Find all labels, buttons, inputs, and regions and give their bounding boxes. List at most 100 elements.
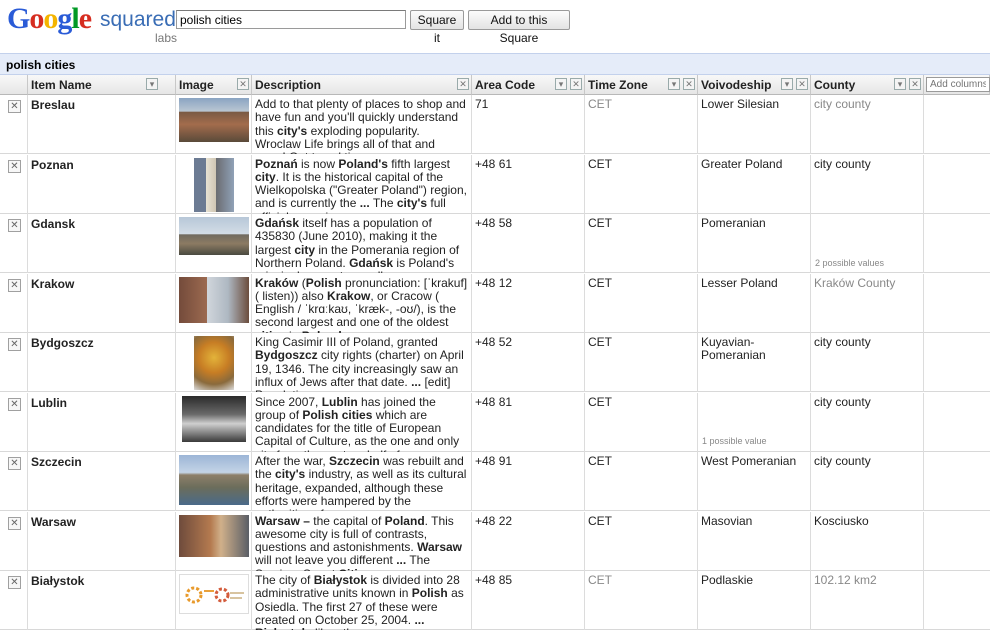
voivodeship-cell[interactable]: Masovian: [698, 511, 811, 571]
table-row: ✕ Białystok The city of Białystok is divid…: [0, 571, 990, 630]
time-zone-cell[interactable]: CET: [585, 273, 698, 333]
area-code-cell[interactable]: +48 91: [472, 452, 585, 511]
close-icon[interactable]: ✕: [8, 516, 21, 530]
item-name[interactable]: Szczecin: [28, 452, 176, 511]
close-icon[interactable]: ✕: [237, 78, 249, 90]
time-zone-cell[interactable]: CET: [585, 452, 698, 511]
area-code-cell[interactable]: +48 85: [472, 571, 585, 630]
county-cell[interactable]: city county: [811, 392, 924, 452]
item-name[interactable]: Gdansk: [28, 214, 176, 273]
voivodeship-cell[interactable]: Pomeranian: [698, 214, 811, 273]
close-icon[interactable]: ✕: [8, 219, 21, 232]
column-header-area-code[interactable]: Area Code ▾ ✕: [472, 75, 585, 95]
county-cell[interactable]: Kosciusko: [811, 511, 924, 571]
area-code-cell[interactable]: 71: [472, 95, 585, 154]
column-header-description[interactable]: Description ✕: [252, 75, 472, 95]
area-code-cell[interactable]: +48 52: [472, 333, 585, 392]
description-text: Since 2007,: [255, 394, 322, 409]
column-header-time-zone[interactable]: Time Zone ▾ ✕: [585, 75, 698, 95]
voivodeship-cell[interactable]: Lesser Poland: [698, 273, 811, 333]
close-icon[interactable]: ✕: [8, 576, 21, 589]
close-icon[interactable]: ✕: [8, 338, 21, 351]
county-cell[interactable]: Kraków County: [811, 273, 924, 333]
close-icon[interactable]: ✕: [570, 78, 582, 90]
description-cell: Kraków (Polish pronunciation: [ˈkrakuf] …: [252, 273, 472, 333]
city-thumbnail-image[interactable]: [179, 217, 249, 255]
row-control-cell: ✕: [0, 154, 28, 214]
county-cell[interactable]: city county: [811, 452, 924, 511]
county-cell[interactable]: city county: [811, 95, 924, 154]
time-zone-cell[interactable]: CET: [585, 392, 698, 452]
column-header-label: Time Zone: [588, 78, 648, 92]
area-code-cell[interactable]: +48 22: [472, 511, 585, 571]
time-zone-cell[interactable]: CET: [585, 333, 698, 392]
description-cell: The city of Białystok is divided into 28…: [252, 571, 472, 630]
possible-values-hint[interactable]: 2 possible values: [815, 257, 884, 270]
county-cell[interactable]: 102.12 km2: [811, 571, 924, 630]
area-code-cell[interactable]: +48 81: [472, 392, 585, 452]
column-header-county[interactable]: County ▾ ✕: [811, 75, 924, 95]
city-thumbnail-image[interactable]: [194, 336, 234, 390]
column-header-item-name[interactable]: Item Name ▾: [28, 75, 176, 95]
close-icon[interactable]: ✕: [796, 78, 808, 90]
county-cell[interactable]: city county: [811, 154, 924, 214]
item-name[interactable]: Krakow: [28, 273, 176, 333]
voivodeship-cell[interactable]: West Pomeranian: [698, 452, 811, 511]
area-code-cell[interactable]: +48 61: [472, 154, 585, 214]
chevron-down-icon[interactable]: ▾: [894, 78, 906, 90]
possible-values-hint[interactable]: 1 possible value: [702, 435, 767, 448]
time-zone-cell[interactable]: CET: [585, 154, 698, 214]
image-cell: [176, 571, 252, 630]
square-it-button[interactable]: Square it: [410, 10, 464, 45]
chevron-down-icon[interactable]: ▾: [555, 78, 567, 90]
item-name[interactable]: Białystok: [28, 571, 176, 630]
column-header-image[interactable]: Image ✕: [176, 75, 252, 95]
close-icon[interactable]: ✕: [683, 78, 695, 90]
area-code-cell[interactable]: +48 58: [472, 214, 585, 273]
column-header-voivodeship[interactable]: Voivodeship ▾ ✕: [698, 75, 811, 95]
google-wordmark: Google: [7, 2, 92, 35]
description-cell: Add to that plenty of places to shop and…: [252, 95, 472, 154]
voivodeship-value: Greater Poland: [701, 156, 783, 171]
chevron-down-icon[interactable]: ▾: [781, 78, 793, 90]
voivodeship-cell[interactable]: Greater Poland: [698, 154, 811, 214]
county-cell[interactable]: 2 possible values: [811, 214, 924, 273]
time-zone-cell[interactable]: CET: [585, 511, 698, 571]
voivodeship-cell[interactable]: 1 possible value: [698, 392, 811, 452]
time-zone-cell[interactable]: CET: [585, 571, 698, 630]
county-cell[interactable]: city county: [811, 333, 924, 392]
close-icon[interactable]: ✕: [8, 397, 21, 411]
item-name[interactable]: Lublin: [28, 392, 176, 452]
close-icon[interactable]: ✕: [8, 159, 21, 173]
close-icon[interactable]: ✕: [8, 278, 21, 292]
close-icon[interactable]: ✕: [457, 78, 469, 90]
item-name[interactable]: Bydgoszcz: [28, 333, 176, 392]
city-thumbnail-image[interactable]: [179, 98, 249, 142]
voivodeship-cell[interactable]: Kuyavian-Pomeranian: [698, 333, 811, 392]
chevron-down-icon[interactable]: ▾: [668, 78, 680, 90]
add-columns-input[interactable]: [926, 77, 990, 92]
google-squared-logo[interactable]: Google squared labs: [7, 2, 177, 45]
city-thumbnail-image[interactable]: [179, 276, 249, 323]
voivodeship-cell[interactable]: Lower Silesian: [698, 95, 811, 154]
city-thumbnail-image[interactable]: [182, 395, 246, 442]
chevron-down-icon[interactable]: ▾: [146, 78, 158, 90]
voivodeship-cell[interactable]: Podlaskie: [698, 571, 811, 630]
item-name[interactable]: Poznan: [28, 154, 176, 214]
add-to-square-button[interactable]: Add to this Square: [468, 10, 570, 45]
time-zone-cell[interactable]: CET: [585, 214, 698, 273]
description-text: the capital of: [309, 513, 385, 528]
close-icon[interactable]: ✕: [8, 100, 21, 113]
item-name[interactable]: Warsaw: [28, 511, 176, 571]
city-thumbnail-image[interactable]: [179, 574, 249, 614]
close-icon[interactable]: ✕: [8, 457, 21, 470]
area-code-cell[interactable]: +48 12: [472, 273, 585, 333]
city-thumbnail-image[interactable]: [179, 455, 249, 505]
close-icon[interactable]: ✕: [909, 78, 921, 90]
item-name[interactable]: Breslau: [28, 95, 176, 154]
time-zone-cell[interactable]: CET: [585, 95, 698, 154]
city-thumbnail-image[interactable]: [179, 514, 249, 557]
description-text: fifth largest: [387, 156, 450, 171]
search-input[interactable]: [176, 10, 406, 29]
city-thumbnail-image[interactable]: [194, 157, 234, 212]
